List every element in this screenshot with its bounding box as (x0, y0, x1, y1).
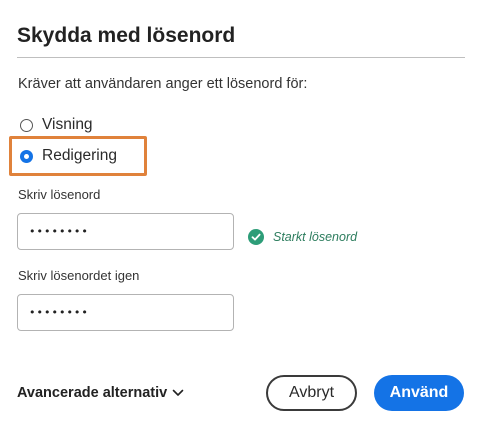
password-value: •••••••• (29, 225, 89, 238)
radio-checked-icon[interactable] (20, 149, 33, 163)
password-field[interactable]: •••••••• (17, 213, 234, 250)
cancel-button[interactable]: Avbryt (266, 375, 357, 411)
radio-label-viewing: Visning (42, 116, 93, 133)
checkmark-icon (248, 229, 264, 245)
confirm-password-field[interactable]: •••••••• (17, 294, 234, 331)
radio-option-editing[interactable]: Redigering (20, 145, 117, 167)
password-label: Skriv lösenord (18, 187, 101, 202)
advanced-options-toggle[interactable]: Avancerade alternativ (17, 385, 184, 401)
radio-option-viewing[interactable]: Visning (20, 114, 93, 136)
strength-text: Starkt lösenord (273, 230, 358, 244)
instruction-text: Kräver att användaren anger ett lösenord… (18, 76, 308, 92)
confirm-password-label: Skriv lösenordet igen (18, 268, 140, 283)
radio-unchecked-icon[interactable] (20, 118, 33, 132)
chevron-down-icon (172, 389, 184, 397)
advanced-options-label: Avancerade alternativ (17, 385, 168, 401)
apply-button[interactable]: Använd (374, 375, 464, 411)
radio-label-editing: Redigering (42, 147, 117, 164)
confirm-password-value: •••••••• (29, 306, 89, 319)
password-strength: Starkt lösenord (248, 228, 357, 246)
title-divider (17, 57, 465, 58)
dialog-title: Skydda med lösenord (17, 24, 236, 47)
